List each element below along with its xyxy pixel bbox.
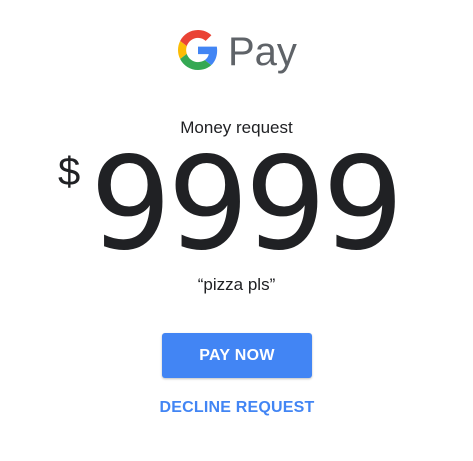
request-note: “pizza pls” [197, 275, 276, 294]
decline-request-button[interactable]: DECLINE REQUEST [130, 396, 344, 420]
pay-wordmark: Pay [228, 30, 297, 74]
amount-value: 9999 [90, 130, 404, 279]
pay-now-button[interactable]: PAY NOW [162, 333, 312, 378]
amount-display: $ 9999 [56, 130, 416, 279]
google-pay-logo: Pay [178, 28, 298, 78]
google-g-icon [178, 30, 218, 70]
currency-symbol: $ [58, 150, 81, 194]
